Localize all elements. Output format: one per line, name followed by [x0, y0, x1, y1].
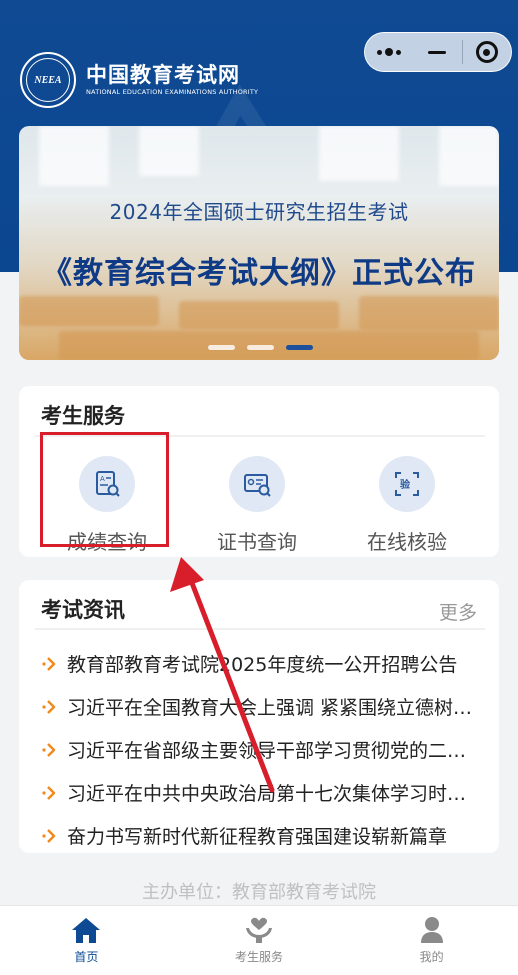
- target-close-icon: [475, 41, 498, 63]
- more-button[interactable]: [365, 33, 413, 71]
- news-item-text: 奋力书写新时代新征程教育强国建设崭新篇章: [67, 826, 448, 848]
- close-miniprogram-button[interactable]: [463, 33, 511, 71]
- news-card: 考试资讯 更多 教育部教育考试院2025年度统一公开招聘公告 习近平在全国教育大…: [19, 580, 499, 853]
- heart-hand-icon: [246, 917, 272, 943]
- carousel-dot-active[interactable]: [286, 345, 313, 350]
- bottom-tabbar: 首页 考生服务 我的: [0, 905, 518, 975]
- online-verify-icon: 验: [379, 456, 435, 512]
- home-icon: [72, 918, 101, 943]
- banner-title: 《教育综合考试大纲》正式公布: [42, 256, 476, 291]
- neea-emblem-icon: NEEA: [20, 52, 76, 108]
- news-item[interactable]: 教育部教育考试院2025年度统一公开招聘公告: [41, 642, 479, 685]
- tab-services-label: 考生服务: [235, 950, 284, 964]
- minimize-icon: [428, 50, 447, 54]
- services-title: 考生服务: [41, 404, 125, 428]
- carousel-dot[interactable]: [208, 345, 235, 350]
- score-query-icon: A: [79, 456, 135, 512]
- news-title: 考试资讯: [41, 598, 125, 622]
- news-arrow-icon: [41, 655, 67, 673]
- banner-carousel[interactable]: 2024年全国硕士研究生招生考试 《教育综合考试大纲》正式公布: [19, 126, 499, 360]
- user-icon: [420, 917, 443, 943]
- carousel-dot[interactable]: [247, 345, 274, 350]
- tab-home-label: 首页: [74, 950, 99, 964]
- news-item-text: 习近平在省部级主要领导干部学习贯彻党的二十届三中全会精神: [67, 740, 479, 762]
- certificate-query-button[interactable]: 证书查询: [187, 456, 327, 555]
- tab-mine[interactable]: 我的: [345, 906, 518, 975]
- miniprogram-capsule: [364, 32, 512, 72]
- online-verify-label: 在线核验: [367, 530, 447, 554]
- svg-text:验: 验: [400, 478, 411, 491]
- emblem-text: NEEA: [26, 58, 70, 102]
- certificate-query-label: 证书查询: [217, 530, 297, 554]
- news-item[interactable]: 习近平在省部级主要领导干部学习贯彻党的二十届三中全会精神: [41, 728, 479, 771]
- news-item[interactable]: 习近平在全国教育大会上强调 紧紧围绕立德树人根本任务: [41, 685, 479, 728]
- sponsor-text: 主办单位：教育部教育考试院: [142, 882, 376, 903]
- news-arrow-icon: [41, 784, 67, 802]
- minimize-button[interactable]: [413, 33, 461, 71]
- news-item-text: 习近平在全国教育大会上强调 紧紧围绕立德树人根本任务: [67, 697, 479, 719]
- news-item[interactable]: 奋力书写新时代新征程教育强国建设崭新篇章: [41, 814, 479, 857]
- score-query-label: 成绩查询: [67, 530, 147, 554]
- tab-services[interactable]: 考生服务: [173, 906, 346, 975]
- news-arrow-icon: [41, 698, 67, 716]
- news-arrow-icon: [41, 741, 67, 759]
- carousel-indicators: [208, 345, 313, 350]
- divider: [35, 435, 485, 437]
- divider: [35, 628, 485, 630]
- logo-title: 中国教育考试网: [86, 63, 240, 87]
- tab-home[interactable]: 首页: [0, 906, 173, 975]
- news-item-text: 教育部教育考试院2025年度统一公开招聘公告: [67, 654, 458, 676]
- news-item[interactable]: 习近平在中共中央政治局第十七次集体学习时强调: [41, 771, 479, 814]
- news-list: 教育部教育考试院2025年度统一公开招聘公告 习近平在全国教育大会上强调 紧紧围…: [41, 642, 479, 857]
- logo-subtitle: NATIONAL EDUCATION EXAMINATIONS AUTHORIT…: [86, 88, 259, 96]
- services-card: 考生服务 A 成绩查询 证书查询 验 在线核验: [19, 386, 499, 557]
- news-arrow-icon: [41, 827, 67, 845]
- online-verify-button[interactable]: 验 在线核验: [337, 456, 477, 555]
- more-dots-icon: [377, 48, 402, 56]
- certificate-query-icon: [229, 456, 285, 512]
- banner-subtitle: 2024年全国硕士研究生招生考试: [109, 200, 409, 224]
- tab-mine-label: 我的: [419, 950, 444, 964]
- site-logo: NEEA 中国教育考试网 NATIONAL EDUCATION EXAMINAT…: [20, 52, 258, 108]
- news-item-text: 习近平在中共中央政治局第十七次集体学习时强调: [67, 783, 479, 805]
- score-query-button[interactable]: A 成绩查询: [37, 456, 177, 555]
- news-more-link[interactable]: 更多: [439, 598, 477, 625]
- svg-text:A: A: [100, 475, 105, 483]
